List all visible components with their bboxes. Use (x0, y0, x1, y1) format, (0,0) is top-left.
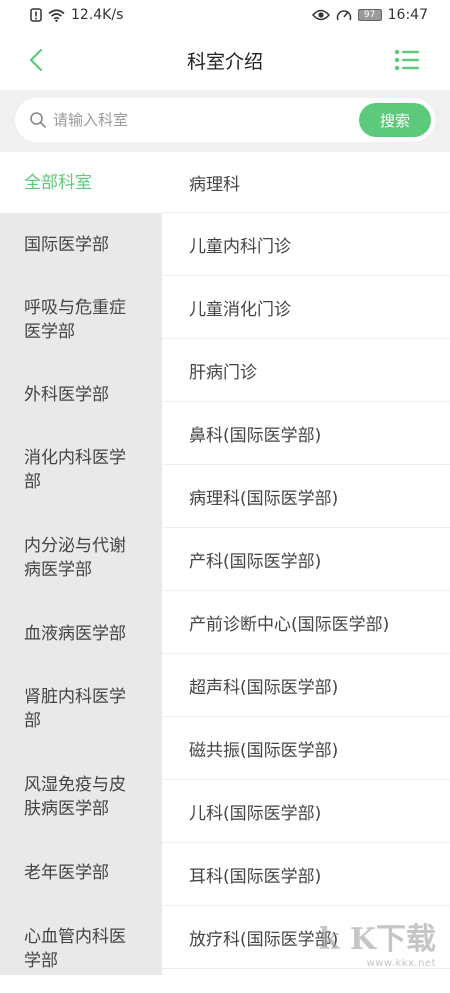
network-speed: 12.4K/s (71, 7, 123, 23)
search-icon (29, 111, 47, 129)
status-bar: 12.4K/s 97 16:47 (0, 0, 450, 30)
department-item[interactable]: 肝病门诊 (162, 339, 450, 402)
category-item[interactable]: 外科医学部 (0, 364, 162, 426)
department-item[interactable]: 儿童内科门诊 (162, 213, 450, 276)
department-item[interactable]: 耳科(国际医学部) (162, 843, 450, 906)
category-item[interactable]: 内分泌与代谢病医学部 (0, 514, 162, 602)
watermark: k K下载 www.kkx.net (319, 914, 436, 969)
search-input[interactable] (53, 111, 343, 129)
department-browser: 全部科室 国际医学部 呼吸与危重症医学部 外科医学部 消化内科医学部 内分泌与代… (0, 152, 450, 975)
search-bar: 搜索 (0, 90, 450, 152)
list-menu-icon[interactable] (394, 49, 420, 71)
department-item[interactable]: 产前诊断中心(国际医学部) (162, 591, 450, 654)
wifi-icon (48, 9, 65, 22)
department-item[interactable]: 产科(国际医学部) (162, 528, 450, 591)
category-item[interactable]: 老年医学部 (0, 841, 162, 905)
category-item[interactable]: 消化内科医学部 (0, 426, 162, 514)
alert-icon (30, 8, 42, 22)
category-item[interactable]: 国际医学部 (0, 213, 162, 276)
eye-icon (312, 9, 330, 21)
back-arrow-icon[interactable] (26, 48, 50, 72)
navigation-bar: 科室介绍 (0, 30, 450, 90)
department-item[interactable]: 病理科(国际医学部) (162, 465, 450, 528)
department-item[interactable]: 儿童消化门诊 (162, 276, 450, 339)
category-item[interactable]: 风湿免疫与皮肤病医学部 (0, 753, 162, 841)
category-item[interactable]: 呼吸与危重症医学部 (0, 276, 162, 364)
page-title: 科室介绍 (0, 47, 450, 74)
department-item[interactable]: 鼻科(国际医学部) (162, 402, 450, 465)
category-sidebar: 全部科室 国际医学部 呼吸与危重症医学部 外科医学部 消化内科医学部 内分泌与代… (0, 152, 162, 975)
department-item[interactable]: 超声科(国际医学部) (162, 654, 450, 717)
watermark-logo: k K下载 (319, 914, 436, 958)
department-item[interactable]: 病理科 (162, 152, 450, 213)
category-all[interactable]: 全部科室 (0, 152, 162, 213)
category-item[interactable]: 肾脏内科医学部 (0, 665, 162, 753)
department-list: 病理科 儿童内科门诊 儿童消化门诊 肝病门诊 鼻科(国际医学部) 病理科(国际医… (162, 152, 450, 975)
battery-icon: 97 (358, 9, 382, 21)
speedometer-icon (336, 8, 352, 22)
search-box: 搜索 (15, 98, 435, 142)
department-item[interactable]: 儿科(国际医学部) (162, 780, 450, 843)
clock: 16:47 (388, 7, 428, 23)
category-item[interactable]: 血液病医学部 (0, 602, 162, 665)
department-item[interactable]: 磁共振(国际医学部) (162, 717, 450, 780)
category-item[interactable]: 心血管内科医学部 (0, 905, 162, 993)
search-button[interactable]: 搜索 (359, 103, 431, 137)
watermark-url: www.kkx.net (319, 958, 436, 969)
